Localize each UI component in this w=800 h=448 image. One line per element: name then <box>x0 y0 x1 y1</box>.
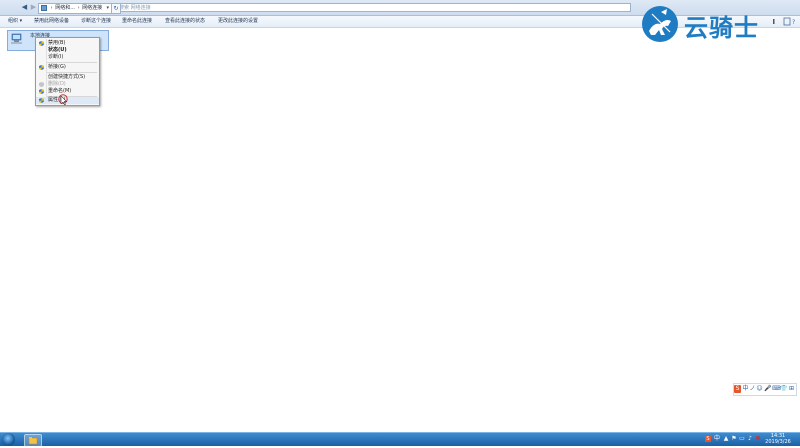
shield-icon <box>39 82 44 87</box>
rename-connection-button[interactable]: 重命名此连接 <box>122 16 152 27</box>
menu-item-delete: 删除(D) <box>36 81 99 88</box>
taskbar-explorer-button[interactable] <box>24 434 42 447</box>
ime-keyboard-icon[interactable]: ⌨ <box>772 385 781 393</box>
ime-chinese-mode-icon[interactable]: 中 <box>742 385 749 393</box>
view-status-button[interactable]: 查看此连接的状态 <box>165 16 205 27</box>
action-center-flag-icon[interactable]: ⚑ <box>731 436 737 442</box>
ime-punctuation-icon[interactable]: ノ <box>749 385 756 393</box>
menu-item-label: 桥接(G) <box>48 64 66 70</box>
forward-arrow-icon[interactable]: ▶ <box>29 3 38 12</box>
show-hidden-icons-icon[interactable]: ▲ <box>723 436 729 442</box>
svg-text:?: ? <box>792 19 795 26</box>
disable-device-button[interactable]: 禁用此网络设备 <box>34 16 69 27</box>
organize-menu[interactable]: 组织 ▾ <box>8 16 22 27</box>
start-button[interactable] <box>2 433 15 446</box>
input-language-icon[interactable]: 中 <box>714 436 720 442</box>
menu-separator <box>47 72 97 73</box>
chevron-down-icon[interactable]: ▾ <box>106 4 109 13</box>
back-arrow-icon[interactable]: ◀ <box>20 3 29 12</box>
shield-icon <box>39 65 44 70</box>
clock-date: 2019/3/26 <box>765 439 791 445</box>
chevron-right-icon: › <box>50 5 53 11</box>
breadcrumb-item-1[interactable]: 网络和... <box>55 5 75 11</box>
ime-voice-icon[interactable]: 🎤 <box>764 385 771 393</box>
view-options-icon[interactable]: ? <box>771 16 795 27</box>
menu-item-label: 状态(U) <box>48 47 67 53</box>
logo-text: 云骑士 <box>684 14 759 42</box>
menu-item-label: 创建快捷方式(S) <box>48 74 86 80</box>
network-tray-icon[interactable]: ▭ <box>739 436 745 442</box>
network-folder-icon <box>41 5 47 11</box>
ime-logo-icon[interactable]: S <box>734 385 741 393</box>
breadcrumb-item-2[interactable]: 网络连接 <box>82 5 102 11</box>
network-adapter-icon <box>11 33 22 44</box>
folder-icon <box>28 437 38 445</box>
ime-toolbox-icon[interactable]: ⊞ <box>788 385 795 393</box>
ime-toolbar: S 中 ノ ☺ 🎤 ⌨ 👕 ⊞ <box>733 383 797 396</box>
menu-item-status[interactable]: 状态(U) <box>36 47 99 54</box>
menu-item-bridge[interactable]: 桥接(G) <box>36 64 99 71</box>
diagnose-connection-button[interactable]: 诊断这个连接 <box>81 16 111 27</box>
menu-item-label: 诊断(I) <box>48 54 64 60</box>
menu-item-label: 禁用(B) <box>48 40 66 46</box>
ime-skin-icon[interactable]: 👕 <box>780 385 787 393</box>
volume-icon[interactable]: ♪ <box>747 436 753 442</box>
chevron-right-icon: › <box>77 5 80 11</box>
menu-item-disable[interactable]: 禁用(B) <box>36 40 99 47</box>
menu-separator <box>47 62 97 63</box>
taskbar: S 中 ▲ ⚑ ▭ ♪ ✖ 14:31 2019/3/26 <box>0 432 800 447</box>
taskbar-clock[interactable]: 14:31 2019/3/26 <box>760 433 796 446</box>
shield-icon <box>39 98 44 103</box>
shield-icon <box>39 89 44 94</box>
refresh-icon[interactable]: ↻ <box>111 3 121 14</box>
ime-tray-icon[interactable]: S <box>705 436 711 442</box>
menu-item-diagnose[interactable]: 诊断(I) <box>36 54 99 61</box>
mouse-cursor-icon <box>58 94 68 106</box>
breadcrumb[interactable]: › 网络和... › 网络连接 ▾ <box>38 3 112 14</box>
shield-icon <box>39 41 44 46</box>
menu-item-label: 删除(D) <box>48 81 66 87</box>
ime-emoji-icon[interactable]: ☺ <box>756 385 763 393</box>
search-input[interactable]: 搜索 网络连接 <box>116 3 631 12</box>
menu-item-create-shortcut[interactable]: 创建快捷方式(S) <box>36 74 99 81</box>
change-settings-button[interactable]: 更改此连接的设置 <box>218 16 258 27</box>
